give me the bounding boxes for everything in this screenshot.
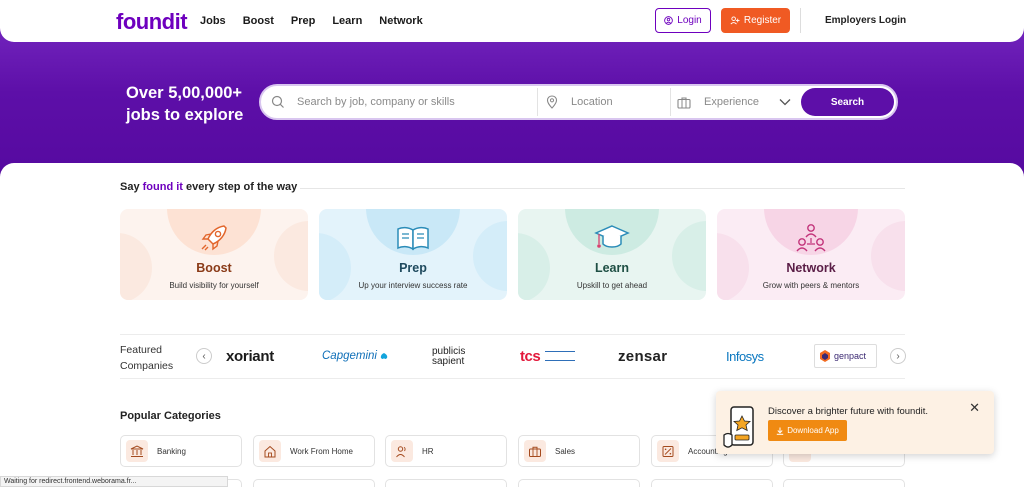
download-app-label: Download App	[787, 426, 839, 435]
tagline-suffix: every step of the way	[182, 181, 298, 193]
card-boost[interactable]: Boost Build visibility for yourself	[120, 209, 308, 300]
featured-label: Featured Companies	[120, 342, 173, 374]
briefcase-icon	[677, 96, 691, 109]
register-label: Register	[743, 15, 782, 26]
category-item[interactable]	[651, 479, 773, 487]
main-nav: Jobs Boost Prep Learn Network	[200, 15, 440, 27]
card-title: Network	[786, 261, 836, 275]
card-subtitle: Grow with peers & mentors	[762, 281, 860, 290]
login-button[interactable]: Login	[655, 8, 711, 33]
company-logo-genpact[interactable]: genpact	[814, 344, 877, 368]
nav-jobs[interactable]: Jobs	[200, 15, 226, 27]
category-item[interactable]	[253, 479, 375, 487]
people-network-icon	[791, 221, 831, 255]
company-logo-xoriant[interactable]: xoriant	[226, 346, 274, 366]
experience-placeholder: Experience	[704, 96, 760, 108]
category-label: Sales	[555, 446, 576, 456]
card-subtitle: Upskill to get ahead	[576, 281, 648, 290]
category-sales[interactable]: Sales	[518, 435, 640, 467]
card-title: Learn	[594, 261, 630, 275]
register-button[interactable]: Register	[721, 8, 790, 33]
close-icon[interactable]: ✕	[969, 400, 980, 416]
tagline-accent: found it	[142, 181, 183, 193]
user-icon	[664, 16, 674, 25]
featured-label-line2: Companies	[120, 360, 174, 372]
download-app-button[interactable]: Download App	[768, 420, 847, 441]
toast-message: Discover a brighter future with foundit.	[768, 406, 928, 417]
location-field[interactable]: Location	[546, 86, 666, 118]
tcs-subtext	[545, 351, 576, 361]
category-banking[interactable]: Banking	[120, 435, 242, 467]
category-label: Banking	[157, 446, 186, 456]
popular-categories-title: Popular Categories	[120, 410, 221, 422]
briefcase-icon	[524, 440, 546, 462]
book-icon	[393, 221, 433, 255]
download-app-toast: Discover a brighter future with foundit.…	[716, 391, 994, 454]
company-logo-zensar[interactable]: zensar	[618, 346, 667, 366]
card-prep[interactable]: Prep Up your interview success rate	[319, 209, 507, 300]
login-label: Login	[677, 15, 702, 26]
category-label: Work From Home	[290, 446, 353, 456]
company-logo-infosys[interactable]: Infosys	[726, 346, 764, 366]
calculator-icon	[657, 440, 679, 462]
featured-label-line1: Featured	[120, 344, 163, 356]
carousel-next-button[interactable]: ›	[890, 348, 906, 364]
genpact-g-icon	[820, 350, 830, 362]
category-label: HR	[422, 446, 434, 456]
chevron-right-icon: ›	[896, 350, 900, 362]
search-button[interactable]: Search	[801, 88, 894, 116]
card-title: Boost	[196, 261, 232, 275]
nav-learn[interactable]: Learn	[332, 15, 362, 27]
chevron-down-icon	[779, 99, 791, 106]
home-icon	[259, 440, 281, 462]
company-logo-tcs[interactable]: tcs	[520, 346, 576, 366]
foundit-logo[interactable]: foundit	[116, 9, 188, 35]
rocket-icon	[194, 221, 234, 255]
bank-icon	[126, 440, 148, 462]
graduation-cap-icon	[592, 221, 632, 255]
employers-login-link[interactable]: Employers Login	[825, 15, 906, 26]
search-placeholder: Search by job, company or skills	[297, 96, 455, 108]
category-item[interactable]	[783, 479, 905, 487]
carousel-prev-button[interactable]: ‹	[196, 348, 212, 364]
experience-dropdown[interactable]: Experience	[677, 86, 797, 118]
featured-divider-bottom	[120, 378, 905, 379]
tagline-prefix: Say	[120, 181, 143, 193]
company-logo-capgemini[interactable]: Capgemini	[322, 346, 389, 366]
card-title: Prep	[399, 261, 427, 275]
chevron-left-icon: ‹	[202, 350, 206, 362]
keyword-field[interactable]: Search by job, company or skills	[271, 86, 539, 118]
add-user-icon	[730, 16, 740, 25]
card-subtitle: Up your interview success rate	[358, 281, 468, 290]
tagline: Say found it every step of the way	[120, 181, 297, 193]
top-header: foundit Jobs Boost Prep Learn Network Lo…	[0, 0, 1024, 42]
category-item[interactable]	[385, 479, 507, 487]
search-icon	[271, 95, 284, 108]
browser-status-bar: Waiting for redirect.frontend.weborama.f…	[0, 476, 228, 487]
tagline-divider	[300, 188, 905, 189]
hero-title: Over 5,00,000+ jobs to explore	[126, 84, 244, 124]
location-pin-icon	[546, 95, 558, 109]
job-search-bar: Search by job, company or skills Locatio…	[259, 84, 898, 120]
people-icon	[391, 440, 413, 462]
nav-network[interactable]: Network	[379, 15, 422, 27]
phone-star-icon	[723, 406, 754, 448]
category-work-from-home[interactable]: Work From Home	[253, 435, 375, 467]
featured-divider-top	[120, 334, 905, 335]
category-item[interactable]	[518, 479, 640, 487]
header-divider	[800, 8, 801, 33]
card-network[interactable]: Network Grow with peers & mentors	[717, 209, 905, 300]
card-learn[interactable]: Learn Upskill to get ahead	[518, 209, 706, 300]
category-hr[interactable]: HR	[385, 435, 507, 467]
location-placeholder: Location	[571, 96, 613, 108]
nav-boost[interactable]: Boost	[243, 15, 274, 27]
card-subtitle: Build visibility for yourself	[169, 281, 259, 290]
capgemini-spade-icon	[380, 352, 388, 359]
download-icon	[777, 427, 784, 435]
company-logo-publicis-sapient[interactable]: publicis sapient	[432, 344, 482, 370]
nav-prep[interactable]: Prep	[291, 15, 315, 27]
